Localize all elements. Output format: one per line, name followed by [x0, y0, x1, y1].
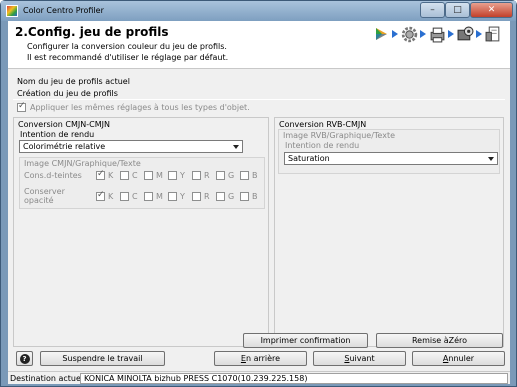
preserve-opacity-label: Conserver opacité: [24, 187, 65, 205]
rgb-image-group: Image RVB/Graphique/Texte Intention de r…: [278, 129, 500, 174]
divider: [13, 99, 505, 100]
profile-set-creation-label: Création du jeu de profils: [17, 89, 118, 98]
ink-label: Y: [180, 171, 185, 180]
tone-preservation-label: Cons.d-teintes: [24, 171, 82, 180]
cmyk-conversion-panel: Conversion CMJN-CMJN Intention de rendu …: [13, 117, 269, 347]
tone-y-checkbox[interactable]: [168, 171, 177, 180]
maximize-button[interactable]: □: [445, 2, 470, 18]
rgb-conversion-panel: Conversion RVB-CMJN Image RVB/Graphique/…: [274, 117, 504, 347]
rgb-intent-select[interactable]: Saturation: [284, 152, 498, 165]
wizard-steps: [372, 25, 502, 43]
reset-button[interactable]: Remise àZéro: [376, 333, 503, 348]
chevron-down-icon: [233, 145, 239, 149]
opacity-k-checkbox[interactable]: [96, 190, 105, 201]
page-description-line2: Il est recommandé d'utiliser le réglage …: [27, 53, 229, 62]
app-window: Color Centro Profiler – □ ✕ 2.Config. je…: [0, 0, 517, 387]
ink-label: M: [156, 171, 163, 180]
cmyk-intent-label: Intention de rendu: [20, 130, 95, 139]
help-button[interactable]: ?: [16, 351, 33, 366]
ink-label: C: [132, 191, 138, 201]
rgb-panel-title: Conversion RVB-CMJN: [279, 120, 367, 129]
cmyk-group-title: Image CMJN/Graphique/Texte: [24, 159, 141, 168]
ink-label: C: [132, 171, 138, 180]
cancel-label: nnuler: [448, 354, 475, 363]
printer-icon: [428, 25, 446, 43]
step-arrow-icon: [448, 30, 454, 38]
rgb-intent-value: Saturation: [288, 154, 330, 163]
title-bar: Color Centro Profiler – □ ✕: [1, 1, 516, 21]
cmyk-intent-value: Colorimétrie relative: [23, 142, 106, 151]
ink-label: R: [204, 171, 210, 180]
preserve-opacity-row: Conserver opacité K C M Y R G B: [24, 187, 264, 205]
page-title: 2.Config. jeu de profils: [15, 25, 169, 39]
ink-label: K: [108, 191, 114, 201]
opacity-y-checkbox[interactable]: [168, 191, 177, 201]
apply-all-checkbox[interactable]: [17, 101, 26, 112]
ink-label: R: [204, 191, 210, 201]
opacity-g-checkbox[interactable]: [216, 191, 225, 201]
back-button[interactable]: En arrière: [214, 351, 307, 366]
destination-value: KONICA MINOLTA bizhub PRESS C1070(10.239…: [80, 373, 508, 384]
apply-all-row[interactable]: Appliquer les mêmes réglages à tous les …: [17, 101, 250, 112]
next-label: uivant: [349, 354, 375, 363]
opacity-m-checkbox[interactable]: [144, 191, 153, 201]
back-label: n arrière: [245, 354, 281, 363]
rgb-group-title: Image RVB/Graphique/Texte: [283, 131, 396, 140]
ink-label: M: [156, 191, 163, 201]
wizard-header: 2.Config. jeu de profils Configurer la c…: [8, 21, 510, 69]
ink-label: B: [252, 191, 258, 201]
client-area: 2.Config. jeu de profils Configurer la c…: [8, 21, 510, 384]
document-icon: [484, 25, 502, 43]
page-description-line1: Configurer la conversion couleur du jeu …: [27, 42, 227, 51]
rgb-intent-label: Intention de rendu: [285, 141, 360, 150]
apply-all-label: Appliquer les mêmes réglages à tous les …: [30, 103, 250, 112]
minimize-button[interactable]: –: [420, 2, 445, 18]
cmyk-panel-title: Conversion CMJN-CMJN: [18, 120, 110, 129]
ink-label: K: [108, 171, 114, 180]
window-title: Color Centro Profiler: [23, 6, 104, 15]
cmyk-intent-select[interactable]: Colorimétrie relative: [19, 140, 243, 153]
opacity-r-checkbox[interactable]: [192, 191, 201, 201]
ink-label: B: [252, 171, 258, 180]
tone-k-checkbox[interactable]: [96, 169, 105, 180]
tone-r-checkbox[interactable]: [192, 171, 201, 180]
tone-b-checkbox[interactable]: [240, 171, 249, 180]
ink-label: Y: [180, 191, 185, 201]
close-button[interactable]: ✕: [470, 2, 513, 18]
cancel-button[interactable]: Annuler: [412, 351, 505, 366]
opacity-c-checkbox[interactable]: [120, 191, 129, 201]
ink-label: G: [228, 191, 235, 201]
opacity-b-checkbox[interactable]: [240, 191, 249, 201]
status-bar: Destination actuelle KONICA MINOLTA bizh…: [8, 371, 510, 384]
cmyk-image-group: Image CMJN/Graphique/Texte Cons.d-teinte…: [19, 157, 265, 209]
print-confirmation-button[interactable]: Imprimer confirmation: [243, 333, 368, 348]
tone-m-checkbox[interactable]: [144, 171, 153, 180]
gear-icon: [400, 25, 418, 43]
next-button[interactable]: Suivant: [313, 351, 406, 366]
chevron-down-icon: [488, 157, 494, 161]
destination-label: Destination actuelle: [10, 374, 91, 383]
help-icon: ?: [19, 353, 30, 364]
tone-g-checkbox[interactable]: [216, 171, 225, 180]
tone-preservation-row: Cons.d-teintes K C M Y R G B: [24, 169, 264, 180]
ink-label: G: [228, 171, 235, 180]
printer-gear-icon: [456, 25, 474, 43]
app-icon: [6, 5, 18, 17]
suspend-job-button[interactable]: Suspendre le travail: [40, 351, 165, 366]
step-arrow-icon: [476, 30, 482, 38]
step-arrow-icon: [392, 30, 398, 38]
step-arrow-icon: [420, 30, 426, 38]
current-profile-set-label: Nom du jeu de profils actuel: [17, 77, 130, 86]
play-icon: [372, 25, 390, 43]
tone-c-checkbox[interactable]: [120, 171, 129, 180]
